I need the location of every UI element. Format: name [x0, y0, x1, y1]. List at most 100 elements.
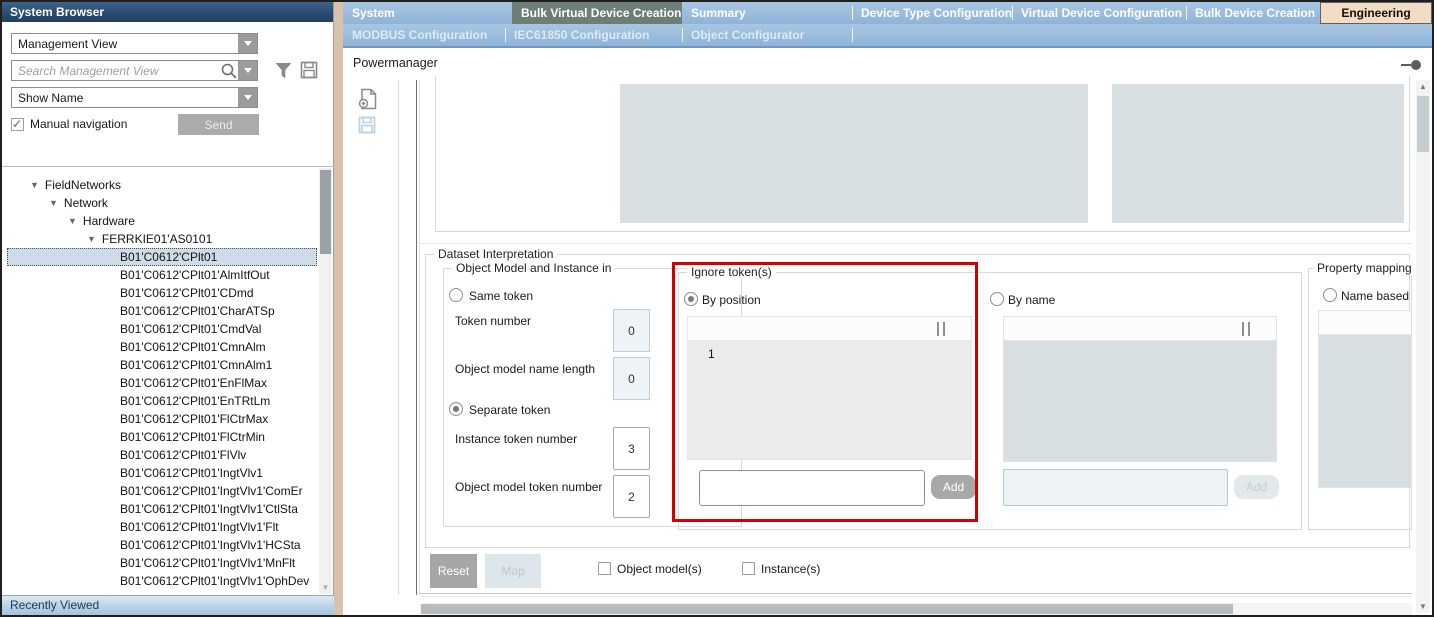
object-models-checkbox[interactable] — [598, 562, 611, 575]
tree-item[interactable]: B01'C0612'CPlt01'FlVlv — [7, 446, 317, 464]
view-selector-value: Management View — [12, 37, 238, 51]
save-icon[interactable] — [300, 61, 318, 79]
display-mode-dropdown[interactable]: Show Name — [11, 87, 258, 108]
panel-splitter[interactable] — [334, 2, 343, 615]
tab-virtual-device-configuration[interactable]: Virtual Device Configuration — [1012, 2, 1186, 24]
system-tree: ▼FieldNetworks ▼Network ▼Hardware ▼FERRK… — [2, 168, 318, 594]
list-header — [1004, 317, 1276, 341]
filter-icon[interactable] — [274, 61, 293, 80]
tab-iec61850-configuration[interactable]: IEC61850 Configuration — [505, 24, 682, 46]
instances-checkbox[interactable] — [742, 562, 755, 575]
system-browser-panel: System Browser Management View Show Name… — [2, 2, 334, 615]
search-icon[interactable] — [220, 62, 238, 80]
tree-item[interactable]: ▼FieldNetworks — [7, 176, 317, 194]
tab-object-configurator[interactable]: Object Configurator — [682, 24, 852, 46]
by-position-add-button[interactable]: Add — [931, 475, 976, 499]
scroll-down-icon[interactable]: ▼ — [319, 583, 332, 592]
horizontal-scrollbar[interactable] — [420, 603, 1412, 615]
scrollbar-thumb[interactable] — [421, 604, 1233, 614]
tab-summary[interactable]: Summary — [682, 2, 852, 24]
by-position-list[interactable]: 1 — [687, 316, 972, 460]
tree-item[interactable]: B01'C0612'CPlt01'IngtVlv1'Flt — [7, 518, 317, 536]
by-name-add-button: Add — [1234, 475, 1279, 499]
tree-item[interactable]: B01'C0612'CPlt01'CmnAlm1 — [7, 356, 317, 374]
tree-scrollbar[interactable]: ▼ — [319, 168, 332, 594]
tab-device-type-configuration[interactable]: Device Type Configuration — [852, 2, 1012, 24]
tree-item[interactable]: B01'C0612'CPlt01'CharATSp — [7, 302, 317, 320]
property-mapping-list — [1318, 310, 1412, 488]
same-token-label: Same token — [469, 289, 533, 303]
by-name-radio[interactable] — [990, 292, 1004, 306]
scroll-up-icon[interactable]: ▲ — [1416, 82, 1430, 91]
instance-token-number-input[interactable]: 3 — [613, 427, 650, 470]
manual-navigation-checkbox[interactable] — [11, 118, 24, 131]
tab-bulk-virtual-device-creation[interactable]: Bulk Virtual Device Creation — [512, 2, 682, 24]
scroll-down-icon[interactable]: ▼ — [1416, 602, 1430, 611]
separate-token-radio[interactable] — [449, 402, 463, 416]
tab-system[interactable]: System — [343, 2, 512, 24]
recently-viewed-bar[interactable]: Recently Viewed — [2, 595, 334, 615]
tab-engineering[interactable]: Engineering — [1320, 2, 1432, 24]
object-model-name-length-input[interactable]: 0 — [613, 357, 650, 400]
token-number-input[interactable]: 0 — [613, 309, 650, 352]
tree-item[interactable]: B01'C0612'CPlt01'IngtVlv1'OphDev — [7, 572, 317, 590]
tree-item[interactable]: B01'C0612'CPlt01'FlCtrMin — [7, 428, 317, 446]
chevron-down-icon[interactable] — [238, 34, 257, 53]
tree-item[interactable]: B01'C0612'CPlt01'FlCtrMax — [7, 410, 317, 428]
object-model-token-number-label: Object model token number — [455, 480, 602, 494]
by-position-radio[interactable] — [684, 292, 698, 306]
new-document-icon[interactable] — [358, 88, 378, 110]
view-selector-dropdown[interactable]: Management View — [11, 33, 258, 54]
send-button[interactable]: Send — [178, 114, 259, 135]
instances-label: Instance(s) — [761, 562, 820, 576]
tree-item[interactable]: ▼Hardware — [7, 212, 317, 230]
object-model-token-number-input[interactable]: 2 — [613, 475, 650, 518]
list-item[interactable]: 1 — [688, 341, 971, 361]
tree-item[interactable]: B01'C0612'CPlt01'IngtVlv1'HCSta — [7, 536, 317, 554]
reset-button[interactable]: Reset — [430, 554, 477, 588]
column-grip-icon[interactable] — [937, 322, 945, 336]
tab-bar-row1: System Bulk Virtual Device Creation Summ… — [343, 2, 1432, 24]
tree-item[interactable]: B01'C0612'CPlt01'IngtVlv1'MnFlt — [7, 554, 317, 572]
map-button: Map — [485, 554, 541, 588]
same-token-radio[interactable] — [449, 288, 463, 302]
group-title: Object Model and Instance in — [452, 261, 615, 275]
tree-item-selected[interactable]: B01'C0612'CPlt01 — [7, 248, 317, 266]
tree-item[interactable]: B01'C0612'CPlt01'AlmItfOut — [7, 266, 317, 284]
tree-item[interactable]: B01'C0612'CPlt01'CmdVal — [7, 320, 317, 338]
tree-item[interactable]: ▼FERRKIE01'AS0101 — [7, 230, 317, 248]
tree-item[interactable]: ▼Network — [7, 194, 317, 212]
tab-separator — [852, 6, 853, 20]
pin-icon[interactable] — [1401, 60, 1421, 70]
scrollbar-thumb[interactable] — [1417, 96, 1429, 152]
chevron-down-icon[interactable]: ▼ — [30, 180, 39, 190]
tree-item[interactable]: B01'C0612'CPlt01'CmnAlm — [7, 338, 317, 356]
tree-item[interactable]: B01'C0612'CPlt01'IngtVlv1'CtlSta — [7, 500, 317, 518]
tree-item[interactable]: B01'C0612'CPlt01'CDmd — [7, 284, 317, 302]
tab-bulk-device-creation[interactable]: Bulk Device Creation — [1186, 2, 1320, 24]
list-body[interactable]: 1 — [688, 341, 971, 459]
splitter-line[interactable] — [416, 80, 417, 595]
chevron-down-icon[interactable]: ▼ — [49, 198, 58, 208]
list-body — [1319, 335, 1411, 487]
tree-item[interactable]: B01'C0612'CPlt01'EnTRtLm — [7, 392, 317, 410]
system-browser-title: System Browser — [2, 2, 333, 22]
tab-separator — [505, 28, 506, 42]
by-position-token-input[interactable] — [699, 470, 925, 506]
chevron-down-icon[interactable] — [238, 61, 257, 80]
tree-item[interactable]: B01'C0612'CPlt01'IngtVlv1 — [7, 464, 317, 482]
token-number-label: Token number — [455, 314, 531, 328]
chevron-down-icon[interactable]: ▼ — [87, 234, 96, 244]
search-input[interactable] — [12, 64, 220, 78]
scrollbar-thumb[interactable] — [320, 170, 331, 254]
chevron-down-icon[interactable]: ▼ — [68, 216, 77, 226]
vertical-scrollbar[interactable]: ▲ ▼ — [1416, 80, 1430, 613]
group-title: Property mapping — [1313, 261, 1416, 275]
tree-item[interactable]: B01'C0612'CPlt01'IngtVlv1'ComEr — [7, 482, 317, 500]
name-based-radio[interactable] — [1323, 288, 1337, 302]
tree-item[interactable]: B01'C0612'CPlt01'EnFlMax — [7, 374, 317, 392]
save-icon-disabled[interactable] — [358, 116, 376, 134]
chevron-down-icon[interactable] — [238, 88, 257, 107]
tab-modbus-configuration[interactable]: MODBUS Configuration — [343, 24, 505, 46]
column-grip-icon — [1242, 322, 1250, 336]
